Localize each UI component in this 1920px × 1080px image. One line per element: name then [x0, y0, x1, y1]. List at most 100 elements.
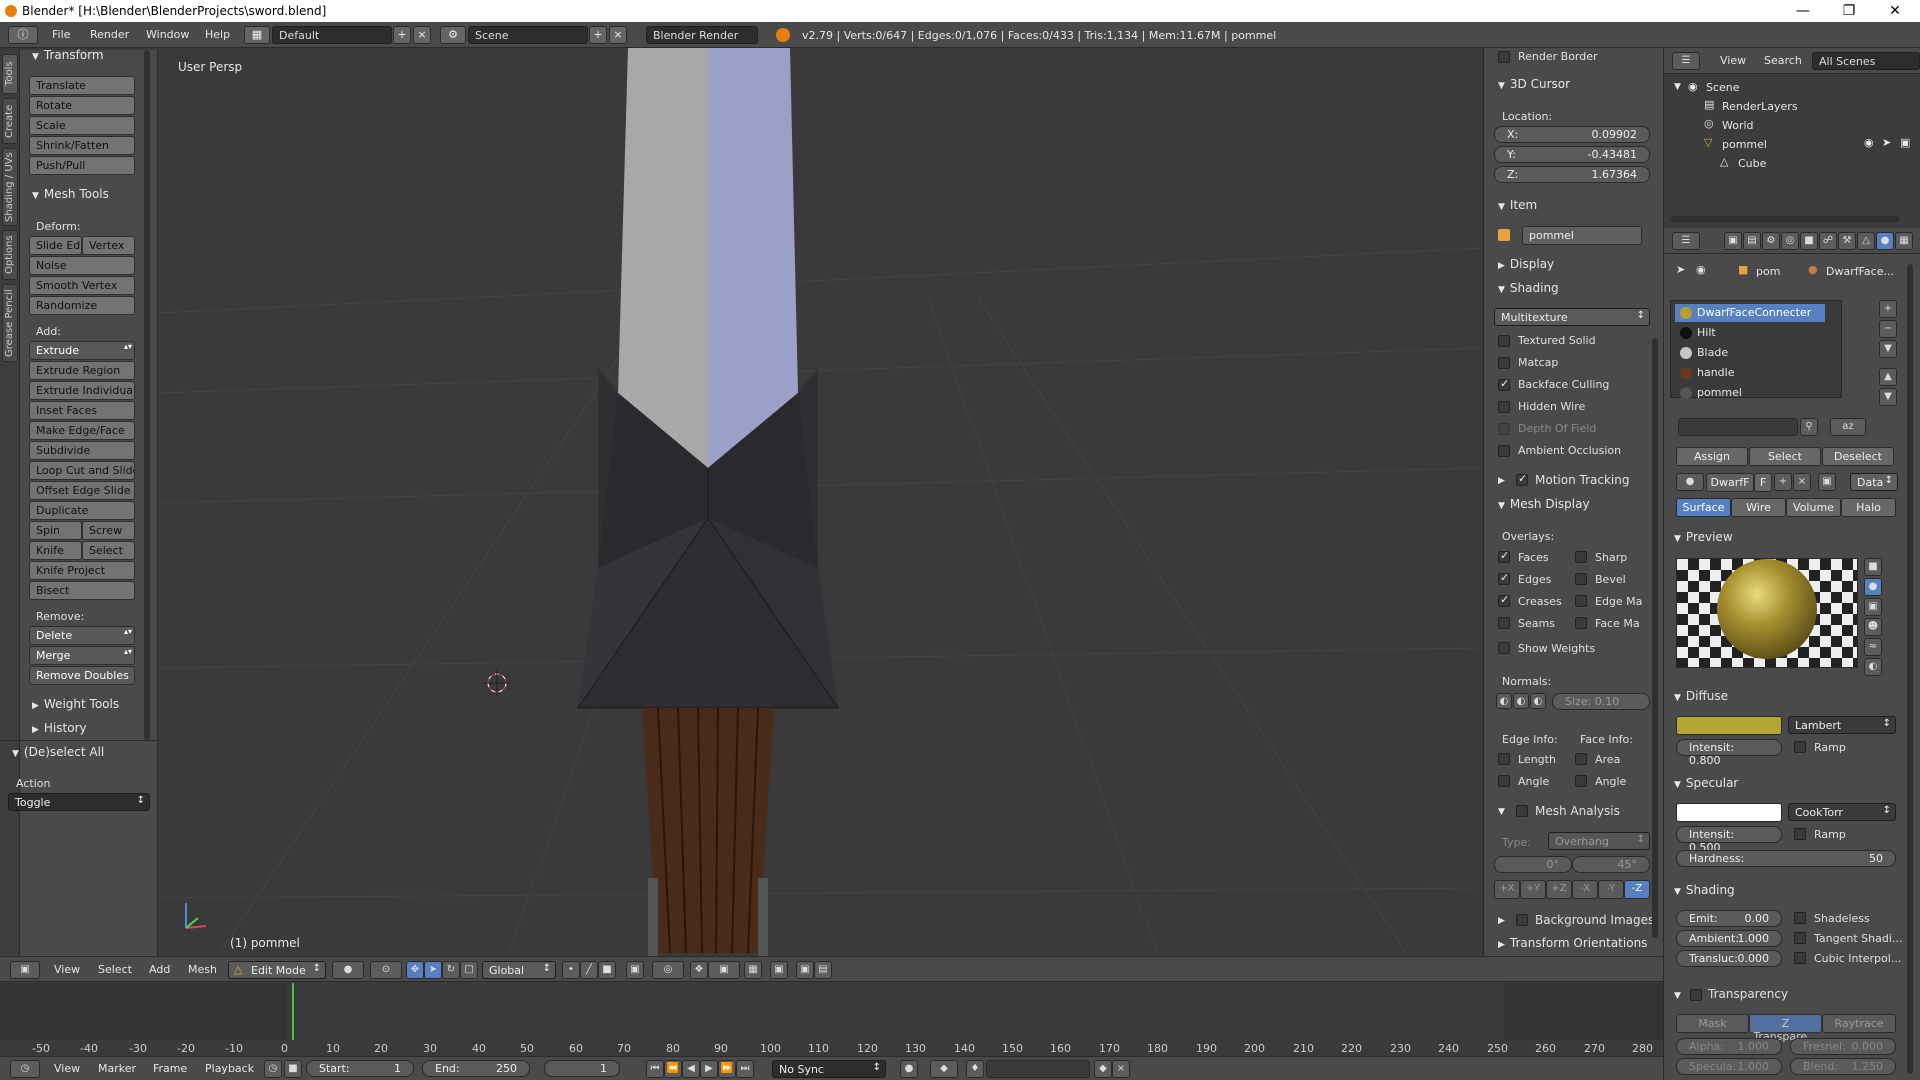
unlink-material-icon[interactable]: ×: [1793, 473, 1811, 491]
move-slot-down-icon[interactable]: ▼: [1879, 388, 1897, 406]
motion-tracking-panel-header[interactable]: ▶: [1498, 472, 1510, 486]
scale-button[interactable]: Scale: [29, 116, 135, 135]
render-camera-icon[interactable]: ▣: [1900, 136, 1910, 149]
loop-normals-icon[interactable]: ◐: [1513, 693, 1529, 709]
shading-mode-dropdown[interactable]: Multitexture: [1494, 308, 1650, 326]
deselect-button[interactable]: Deselect: [1822, 447, 1894, 466]
knife-select-button[interactable]: Select: [82, 541, 135, 560]
render-engine-selector[interactable]: Blender Render: [646, 26, 758, 44]
analysis-type-dropdown[interactable]: Overhang: [1548, 832, 1650, 850]
background-images-checkbox[interactable]: [1516, 914, 1528, 926]
slide-edge-button[interactable]: Slide Ed: [29, 236, 82, 255]
vertex-select-icon[interactable]: •: [562, 961, 580, 979]
transparency-panel-header[interactable]: ▼: [1674, 987, 1686, 1001]
bisect-button[interactable]: Bisect: [29, 581, 135, 600]
knife-project-button[interactable]: Knife Project: [29, 561, 135, 580]
axis-neg-y-button[interactable]: -Y: [1598, 880, 1624, 899]
current-frame-field[interactable]: 1: [544, 1060, 620, 1077]
keying-set-icon[interactable]: ◆: [930, 1060, 958, 1078]
delete-dropdown[interactable]: Delete: [29, 626, 135, 645]
scene-selector[interactable]: Scene: [468, 26, 588, 44]
motion-tracking-checkbox[interactable]: [1516, 472, 1528, 486]
data-tab-icon[interactable]: △: [1857, 232, 1875, 250]
edge-marks-checkbox[interactable]: [1575, 595, 1587, 607]
scene-tab-icon[interactable]: ⚙: [1762, 232, 1780, 250]
object-name-field[interactable]: pommel: [1522, 226, 1642, 245]
face-marks-checkbox[interactable]: [1575, 617, 1587, 629]
material-slot[interactable]: handle: [1675, 364, 1825, 382]
seams-overlay-checkbox[interactable]: [1498, 617, 1510, 629]
visibility-eye-icon[interactable]: ◉: [1864, 136, 1874, 149]
area-checkbox[interactable]: [1575, 753, 1587, 765]
add-scene-icon[interactable]: +: [589, 26, 607, 44]
breadcrumb-object[interactable]: pom: [1756, 265, 1780, 278]
material-tab-icon[interactable]: ●: [1876, 232, 1894, 250]
matcap-checkbox[interactable]: [1498, 357, 1510, 369]
object-tab-icon[interactable]: ■: [1800, 232, 1818, 250]
material-slot[interactable]: pommel: [1675, 384, 1825, 398]
sync-mode-dropdown[interactable]: No Sync: [772, 1060, 886, 1078]
outliner-view-menu[interactable]: View: [1720, 54, 1746, 67]
emit-field[interactable]: Emit: 0.00: [1676, 910, 1782, 927]
depth-of-field-checkbox[interactable]: [1498, 423, 1510, 435]
jump-start-icon[interactable]: ⏮: [646, 1060, 664, 1078]
axis-pos-x-button[interactable]: +X: [1494, 880, 1520, 899]
editor-type-icon[interactable]: ⓘ: [8, 26, 38, 44]
outliner-display-mode[interactable]: All Scenes: [1812, 52, 1920, 70]
timeline-keyframe-area[interactable]: [0, 983, 1663, 1056]
backface-culling-checkbox[interactable]: [1498, 377, 1510, 391]
axis-pos-z-button[interactable]: +Z: [1546, 880, 1572, 899]
faces-overlay-checkbox[interactable]: [1498, 549, 1510, 563]
length-checkbox[interactable]: [1498, 753, 1510, 765]
properties-scrollbar[interactable]: [1907, 264, 1913, 1074]
render-layers-tab-icon[interactable]: ▤: [1743, 232, 1761, 250]
record-icon[interactable]: ●: [900, 1060, 918, 1078]
play-reverse-icon[interactable]: ◀: [682, 1060, 700, 1078]
assign-button[interactable]: Assign: [1676, 447, 1748, 466]
remove-doubles-button[interactable]: Remove Doubles: [29, 666, 135, 685]
opengl-render-icon[interactable]: ▣: [770, 961, 788, 979]
textured-solid-checkbox[interactable]: [1498, 335, 1510, 347]
specular-intensity-field[interactable]: Intensit: 0.500: [1676, 826, 1782, 854]
shrink-fatten-button[interactable]: Shrink/Fatten: [29, 136, 135, 155]
extrude-dropdown[interactable]: Extrude: [29, 341, 135, 360]
shadeless-checkbox[interactable]: [1794, 912, 1806, 924]
material-slot[interactable]: DwarfFaceConnecter: [1675, 304, 1825, 322]
diffuse-intensity-field[interactable]: Intensit: 0.800: [1676, 739, 1782, 767]
view3d-editor-icon[interactable]: ▣: [10, 961, 40, 979]
maximize-button[interactable]: ❐: [1826, 0, 1872, 22]
material-slot[interactable]: Blade: [1675, 344, 1825, 362]
fresnel-field[interactable]: Fresnel: 0.000: [1790, 1038, 1896, 1055]
history-panel-header[interactable]: ▶ History: [32, 721, 87, 735]
creases-overlay-checkbox[interactable]: [1498, 593, 1510, 607]
material-slot[interactable]: Hilt: [1675, 324, 1825, 342]
mode-dropdown[interactable]: △ Edit Mode: [228, 961, 326, 979]
display-panel-header[interactable]: ▶ Display: [1498, 257, 1554, 271]
transform-panel-header[interactable]: ▼ Transform: [32, 48, 104, 62]
tab-shading-uvs[interactable]: Shading / UVs: [2, 148, 18, 226]
outliner-item-renderlayers[interactable]: RenderLayers: [1722, 100, 1798, 113]
add-slot-icon[interactable]: +: [1879, 300, 1897, 318]
lock-range-icon[interactable]: ■: [284, 1060, 302, 1078]
noise-button[interactable]: Noise: [29, 256, 135, 275]
properties-editor-icon[interactable]: ☰: [1672, 232, 1700, 250]
face-select-icon[interactable]: ■: [598, 961, 616, 979]
knife-button[interactable]: Knife: [29, 541, 82, 560]
specular-ramp-checkbox[interactable]: [1794, 828, 1806, 840]
node-material-icon[interactable]: ▣: [1818, 473, 1836, 491]
tab-grease-pencil[interactable]: Grease Pencil: [2, 284, 18, 362]
layout-selector[interactable]: Default: [272, 26, 392, 44]
transform-orientations-panel-header[interactable]: ▶ Transform Orientations: [1498, 936, 1647, 950]
insert-keyframe-icon[interactable]: ◆: [1094, 1060, 1112, 1078]
mesh-menu[interactable]: Mesh: [188, 963, 217, 976]
preview-cube-icon[interactable]: ▣: [1864, 598, 1882, 616]
specular-panel-header[interactable]: ▼ Specular: [1674, 776, 1738, 790]
preview-monkey-icon[interactable]: ☻: [1864, 618, 1882, 636]
menu-file[interactable]: File: [52, 28, 70, 41]
next-keyframe-icon[interactable]: ⏩: [718, 1060, 736, 1078]
remove-layout-icon[interactable]: ×: [413, 26, 431, 44]
weight-tools-panel-header[interactable]: ▶ Weight Tools: [32, 697, 119, 711]
end-frame-field[interactable]: End: 250: [422, 1060, 530, 1077]
randomize-button[interactable]: Randomize: [29, 296, 135, 315]
transparency-checkbox[interactable]: [1690, 989, 1702, 1001]
